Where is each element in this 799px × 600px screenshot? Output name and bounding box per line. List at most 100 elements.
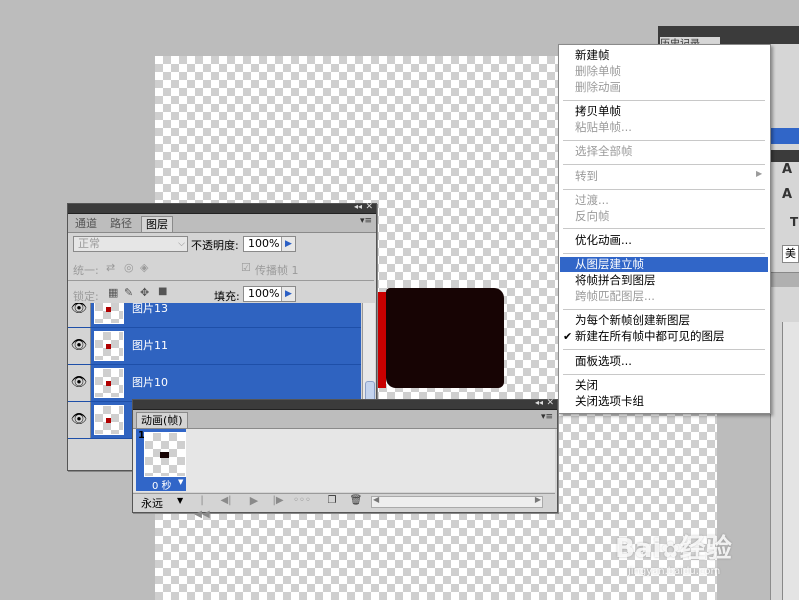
layer-thumbnail: [94, 303, 124, 324]
menu-separator: [563, 349, 765, 350]
unify-label: 统一:: [73, 264, 99, 277]
menu-item-copy-frame[interactable]: 拷贝单帧: [560, 104, 768, 119]
menu-separator: [563, 189, 765, 190]
menu-item-new-layers-visible-in-all-frames[interactable]: 新建在所有帧中都可见的图层: [560, 329, 768, 344]
chevron-down-icon[interactable]: ▼: [178, 478, 183, 486]
close-icon[interactable]: ✕: [365, 202, 373, 212]
loop-select[interactable]: 永远: [141, 495, 163, 511]
fill-label: 填充:: [214, 290, 240, 303]
layers-panel-tabs: 通道 路径 图层 ▾≡: [68, 214, 376, 233]
tab-channels[interactable]: 通道: [71, 216, 101, 231]
fill-field[interactable]: 100% ▶: [243, 286, 296, 302]
tab-animation[interactable]: 动画(帧): [136, 412, 188, 428]
tracking-icon[interactable]: T: [790, 215, 799, 231]
play-icon[interactable]: ▶: [245, 494, 263, 508]
collapse-icon[interactable]: ◂◂: [535, 398, 543, 407]
lock-transparent-icon[interactable]: ▦: [108, 286, 118, 299]
animation-panel-titlebar[interactable]: ◂◂ ✕: [133, 398, 557, 410]
previous-frame-icon[interactable]: ◀|: [217, 494, 235, 508]
opacity-arrow-icon[interactable]: ▶: [281, 237, 295, 251]
propagate-checkbox[interactable]: ☑: [241, 261, 251, 274]
menu-item-close[interactable]: 关闭: [560, 378, 768, 393]
unify-style-icon[interactable]: ◈: [140, 261, 148, 274]
menu-item-delete-frame[interactable]: 删除单帧: [560, 64, 768, 79]
close-icon[interactable]: ✕: [546, 398, 554, 408]
visibility-eye-icon[interactable]: 👁: [68, 328, 91, 364]
menu-separator: [563, 374, 765, 375]
duplicate-frame-icon[interactable]: ❐: [325, 494, 339, 508]
delete-frame-icon[interactable]: 🗑: [349, 494, 363, 508]
chevron-down-icon[interactable]: ▼: [177, 496, 183, 505]
unify-visibility-icon[interactable]: ◎: [124, 261, 134, 274]
menu-separator: [563, 309, 765, 310]
scroll-right-icon[interactable]: ▶: [535, 495, 541, 504]
menu-item-reverse-frames[interactable]: 反向帧: [560, 209, 768, 224]
layer-thumbnail: [94, 331, 124, 361]
layer-row[interactable]: 👁 图片13: [68, 303, 361, 328]
visibility-eye-icon[interactable]: 👁: [68, 303, 91, 327]
layer-row[interactable]: 👁 图片10: [68, 365, 361, 402]
menu-item-tween[interactable]: 过渡...: [560, 193, 768, 208]
collapse-icon[interactable]: ◂◂: [354, 202, 362, 211]
opacity-field[interactable]: 100% ▶: [243, 236, 296, 252]
menu-item-close-tab-group[interactable]: 关闭选项卡组: [560, 394, 768, 409]
tab-paths[interactable]: 路径: [106, 216, 136, 231]
layers-panel-titlebar[interactable]: ◂◂ ✕: [68, 202, 376, 214]
menu-separator: [563, 140, 765, 141]
fill-arrow-icon[interactable]: ▶: [281, 287, 295, 301]
tab-layers[interactable]: 图层: [141, 216, 173, 232]
visibility-eye-icon[interactable]: 👁: [68, 402, 91, 438]
menu-item-delete-animation[interactable]: 删除动画: [560, 80, 768, 95]
frame-delay[interactable]: 0 秒: [152, 477, 172, 492]
frame-thumbnail: [144, 432, 186, 477]
right-panel-toolbar-strip: [770, 150, 799, 162]
menu-item-make-frames-from-layers[interactable]: 从图层建立帧: [560, 257, 768, 272]
menu-separator: [563, 164, 765, 165]
lock-brush-icon[interactable]: ✎: [124, 286, 133, 299]
lock-row-divider: [68, 280, 374, 281]
canvas-red-edge: [376, 292, 386, 388]
type-tool-icon[interactable]: A: [782, 162, 799, 178]
right-panel-row-highlight: [770, 128, 799, 144]
blend-mode-select[interactable]: 正常 ⌵: [73, 236, 188, 252]
scroll-left-icon[interactable]: ◀: [373, 495, 379, 504]
baidu-watermark-logo: Bai✿经验: [615, 534, 732, 564]
animation-panel-menu: 新建帧 删除单帧 删除动画 拷贝单帧 粘贴单帧... 选择全部帧 转到 ▶ 过渡…: [558, 44, 771, 414]
menu-item-new-frame[interactable]: 新建帧: [560, 48, 768, 63]
next-frame-icon[interactable]: |▶: [269, 494, 287, 508]
frame-item[interactable]: 1 0 秒 ▼: [136, 429, 186, 492]
layer-name: 图片10: [132, 376, 168, 389]
animation-controls: 永远 ▼ |◀◀ ◀| ▶ |▶ ◦◦◦ ❐ 🗑 ◀ ▶: [133, 493, 555, 520]
propagate-label: 传播帧 1: [255, 264, 299, 277]
menu-item-match-layer-across-frames[interactable]: 跨帧匹配图层...: [560, 289, 768, 304]
menu-item-panel-options[interactable]: 面板选项...: [560, 354, 768, 369]
canvas-dark-shape: [386, 288, 504, 388]
menu-item-create-new-layer-for-each-frame[interactable]: 为每个新帧创建新图层: [560, 313, 768, 328]
menu-item-flatten-frames-into-layers[interactable]: 将帧拼合到图层: [560, 273, 768, 288]
frame-strip-scrollbar[interactable]: ◀ ▶: [371, 495, 543, 508]
right-panel-bottom-strip: [770, 272, 799, 287]
type-size-icon[interactable]: A: [782, 187, 799, 203]
lock-move-icon[interactable]: ✥: [140, 286, 149, 299]
chevron-down-icon: ⌵: [178, 239, 185, 249]
menu-item-select-all-frames[interactable]: 选择全部帧: [560, 144, 768, 159]
layer-name: 图片11: [132, 339, 168, 352]
frame-strip: 1 0 秒 ▼: [133, 429, 555, 492]
tween-icon[interactable]: ◦◦◦: [293, 494, 311, 508]
lock-all-icon[interactable]: ■: [158, 286, 167, 297]
visibility-eye-icon[interactable]: 👁: [68, 365, 91, 401]
character-language-field[interactable]: 美: [782, 245, 799, 263]
unify-position-icon[interactable]: ⇄: [106, 261, 115, 274]
opacity-label: 不透明度:: [191, 239, 239, 252]
layer-row[interactable]: 👁 图片11: [68, 328, 361, 365]
menu-item-go-to[interactable]: 转到: [560, 169, 768, 184]
menu-item-optimize-animation[interactable]: 优化动画...: [560, 233, 768, 248]
panel-menu-icon[interactable]: ▾≡: [541, 412, 553, 422]
lock-label: 锁定:: [73, 290, 99, 303]
layer-name: 图片13: [132, 303, 168, 315]
menu-item-paste-frame[interactable]: 粘贴单帧...: [560, 120, 768, 135]
first-frame-icon[interactable]: |◀◀: [193, 494, 211, 520]
panel-menu-icon[interactable]: ▾≡: [360, 216, 372, 226]
paw-icon: ✿: [661, 538, 680, 563]
watermark-url: jingyan.baidu.com: [628, 566, 721, 577]
